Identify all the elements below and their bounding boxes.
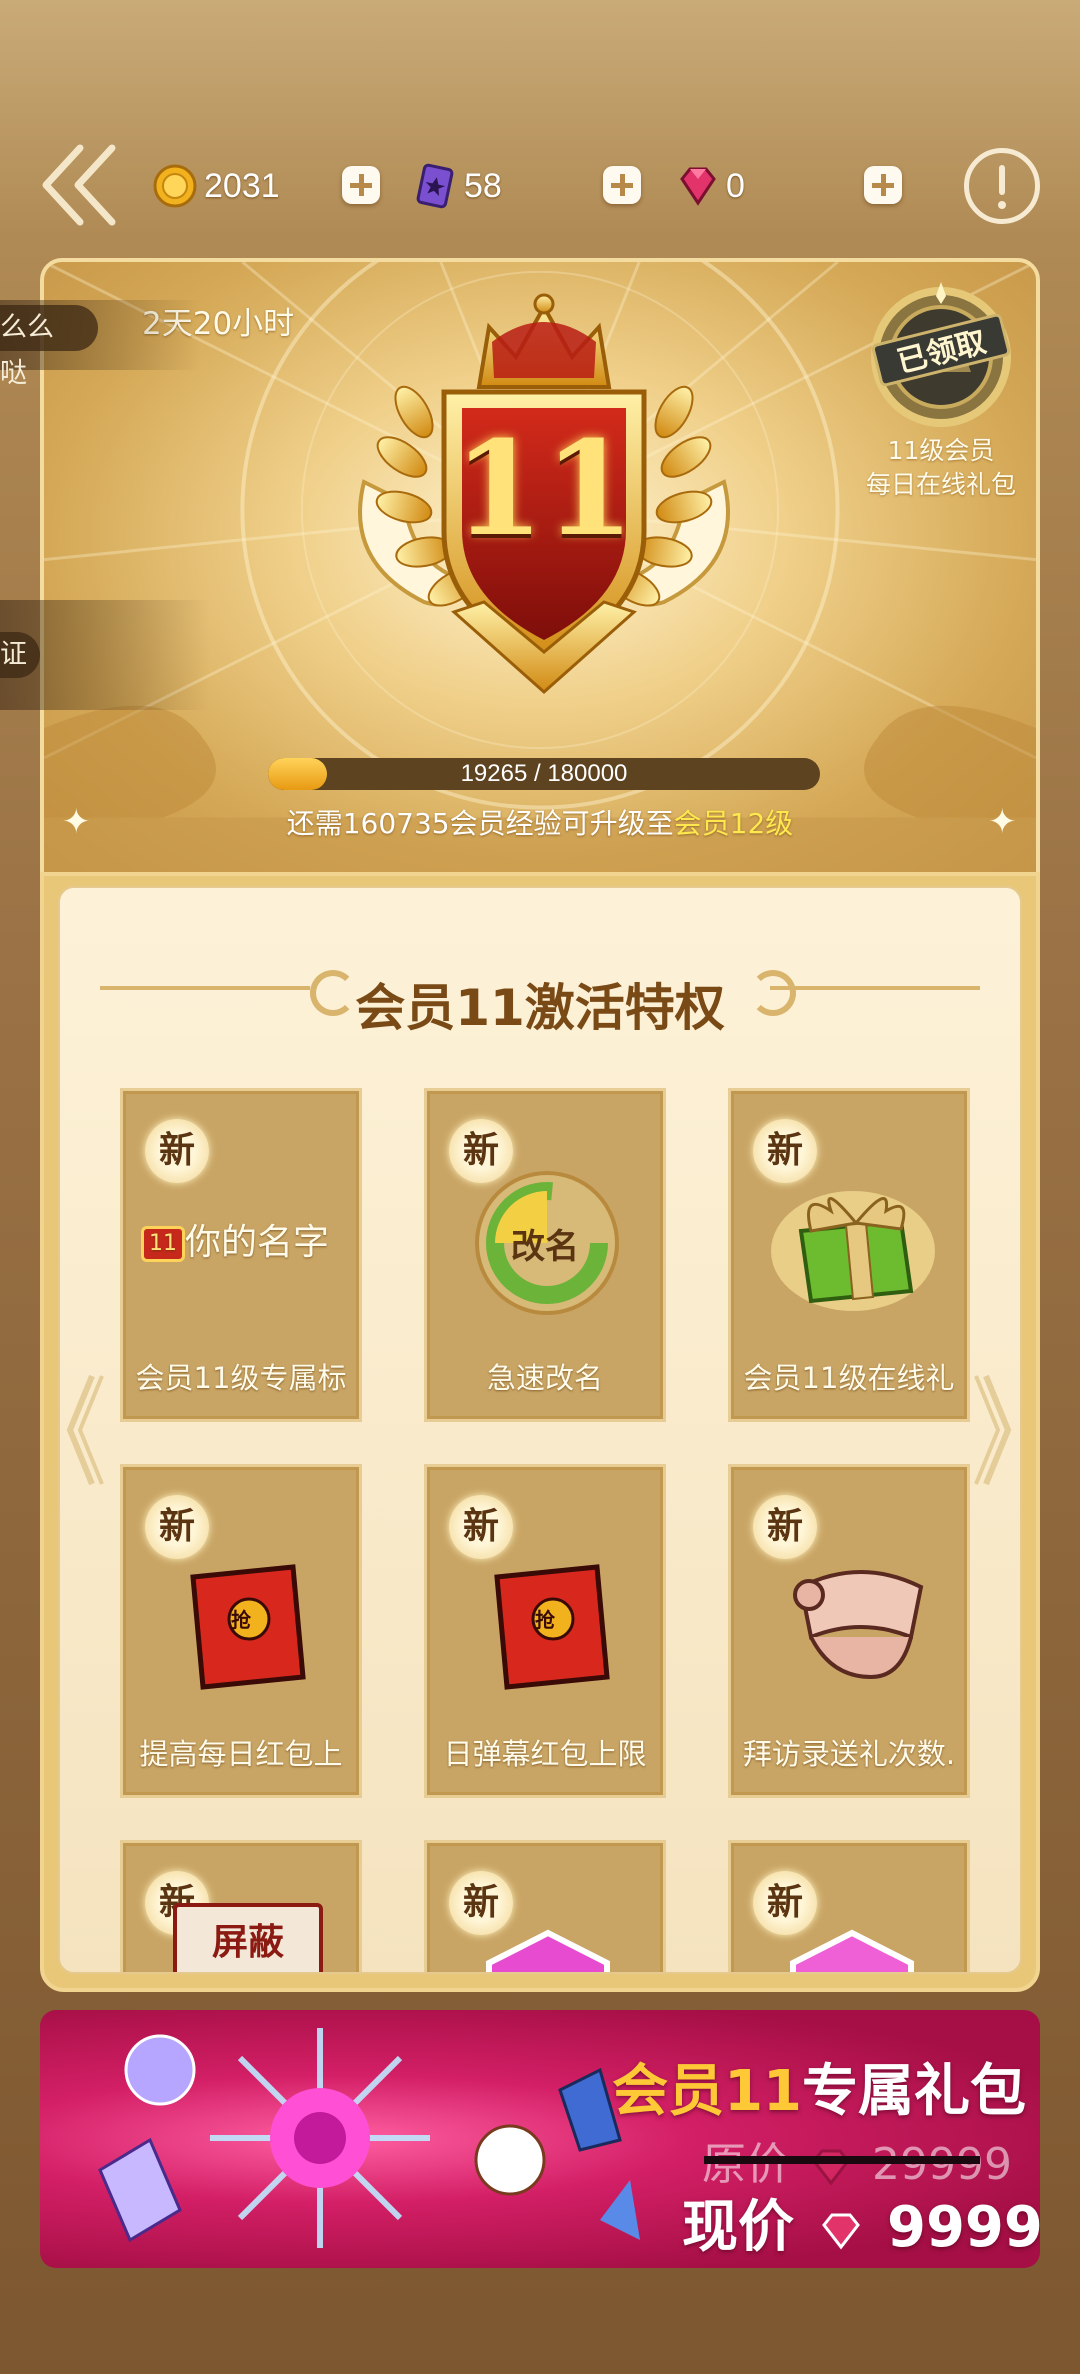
privilege-card[interactable]: 新 会员11级在线礼 <box>728 1088 970 1422</box>
gift-pack-title: 会员11专属礼包 <box>612 2046 1026 2127</box>
privilege-label: 拜访录送礼次数. <box>742 1737 956 1771</box>
vip-exp-progress-bar: 19265 / 180000 <box>268 758 820 790</box>
scroll-icon <box>793 1570 924 1680</box>
privilege-label: 提高每日红包上 <box>139 1737 343 1771</box>
vip-gift-pack-banner[interactable]: 会员11专属礼包 原价 29999 现价 9999 <box>40 2010 1040 2268</box>
card-counter: 58 <box>412 158 502 214</box>
privilege-card[interactable]: 新 抢 提高每日红包上 <box>120 1464 362 1798</box>
gem-counter: 0 <box>674 158 745 214</box>
previous-arrow-icon[interactable] <box>62 1370 106 1490</box>
red-packet-art-text: 抢 <box>231 1608 251 1632</box>
gem-value: 0 <box>726 166 745 205</box>
gift-pack-items-art <box>98 2028 640 2248</box>
ruby-gem-icon <box>812 2149 850 2186</box>
add-coins-button[interactable] <box>342 166 380 204</box>
add-gems-button[interactable] <box>864 166 902 204</box>
name-tag-art: 11 你的名字 <box>141 1151 335 1321</box>
privilege-label: 会员11级专属标 <box>135 1361 347 1395</box>
gift-pack-name: 专属礼包 <box>802 2059 1026 2124</box>
upgrade-target-level: 会员12级 <box>673 807 794 840</box>
name-preview-text: 你的名字 <box>185 1222 330 1263</box>
double-chevron-left-icon <box>42 144 116 226</box>
daily-online-gift[interactable]: 已领取 11级会员 每日在线礼包 <box>856 282 1026 500</box>
add-cards-button[interactable] <box>603 166 641 204</box>
privilege-card[interactable]: 新 <box>728 1840 970 1972</box>
top-bar: 2031 58 0 <box>0 120 1080 250</box>
current-price-value: 9999 <box>887 2195 1040 2260</box>
upgrade-hint-text: 还需160735会员经验可升级至 <box>286 807 674 840</box>
upgrade-hint: 还需160735会员经验可升级至会员12级 <box>44 802 1036 842</box>
daily-gift-medal[interactable]: 已领取 <box>866 282 1016 432</box>
vip-level-badge: 11 <box>304 282 784 702</box>
daily-gift-level-label: 11级会员 <box>887 436 995 465</box>
rename-art-text: 改名 <box>511 1227 579 1267</box>
block-art-text: 屏蔽 <box>211 1922 284 1963</box>
current-price-label: 现价 <box>682 2195 794 2260</box>
privileges-title: 会员11激活特权 <box>355 979 725 1037</box>
privilege-card[interactable]: 新 改名 急速改名 <box>424 1088 666 1422</box>
ruby-gem-icon <box>680 167 716 206</box>
privileges-grid[interactable]: 新 11 你的名字 会员11级专属标 新 改名 急速改名 新 会员11级在线礼 … <box>60 1088 1020 1972</box>
next-arrow-icon[interactable] <box>972 1370 1016 1490</box>
privilege-card[interactable]: 新 抢 日弹幕红包上限 <box>424 1464 666 1798</box>
coin-value: 2031 <box>204 166 280 205</box>
gift-box-icon <box>771 1191 935 1311</box>
privilege-card[interactable]: 新 11 你的名字 会员11级专属标 <box>120 1088 362 1422</box>
back-button[interactable] <box>40 140 120 230</box>
pink-emblem-icon <box>486 1929 610 1972</box>
privilege-label: 急速改名 <box>486 1361 603 1395</box>
side-chat-bubble[interactable]: 么么哒 <box>0 305 98 389</box>
strikethrough-line <box>704 2156 980 2164</box>
coin-icon <box>153 164 197 208</box>
privileges-panel-inner: 会员11激活特权 新 11 你的名字 会员11级专属标 新 改名 急速改名 新 … <box>58 886 1022 1974</box>
red-packet-art-text: 抢 <box>535 1608 555 1632</box>
coin-counter: 2031 <box>152 158 280 214</box>
privilege-card[interactable]: 新 拜访录送礼次数. <box>728 1464 970 1798</box>
privilege-card[interactable]: 新 屏蔽 <box>120 1840 362 1972</box>
daily-gift-title: 每日在线礼包 <box>865 470 1016 499</box>
purple-card-icon <box>416 163 454 209</box>
privilege-label: 日弹幕红包上限 <box>443 1737 647 1771</box>
card-value: 58 <box>464 166 502 205</box>
privilege-label: 会员11级在线礼 <box>743 1361 955 1395</box>
ruby-gem-icon <box>821 2213 860 2250</box>
current-price: 现价 9999 <box>682 2182 1040 2263</box>
privileges-panel: 会员11激活特权 新 11 你的名字 会员11级专属标 新 改名 急速改名 新 … <box>40 872 1040 1992</box>
gift-pack-level: 会员11 <box>612 2059 802 2124</box>
vip-level-number: 11 <box>453 412 635 565</box>
info-button[interactable] <box>964 148 1040 224</box>
vip-exp-progress-text: 19265 / 180000 <box>460 760 628 787</box>
vip-crown-icon: 11 <box>141 1226 185 1262</box>
heart-emblem-icon <box>790 1929 914 1972</box>
privilege-card[interactable]: 新 <box>424 1840 666 1972</box>
